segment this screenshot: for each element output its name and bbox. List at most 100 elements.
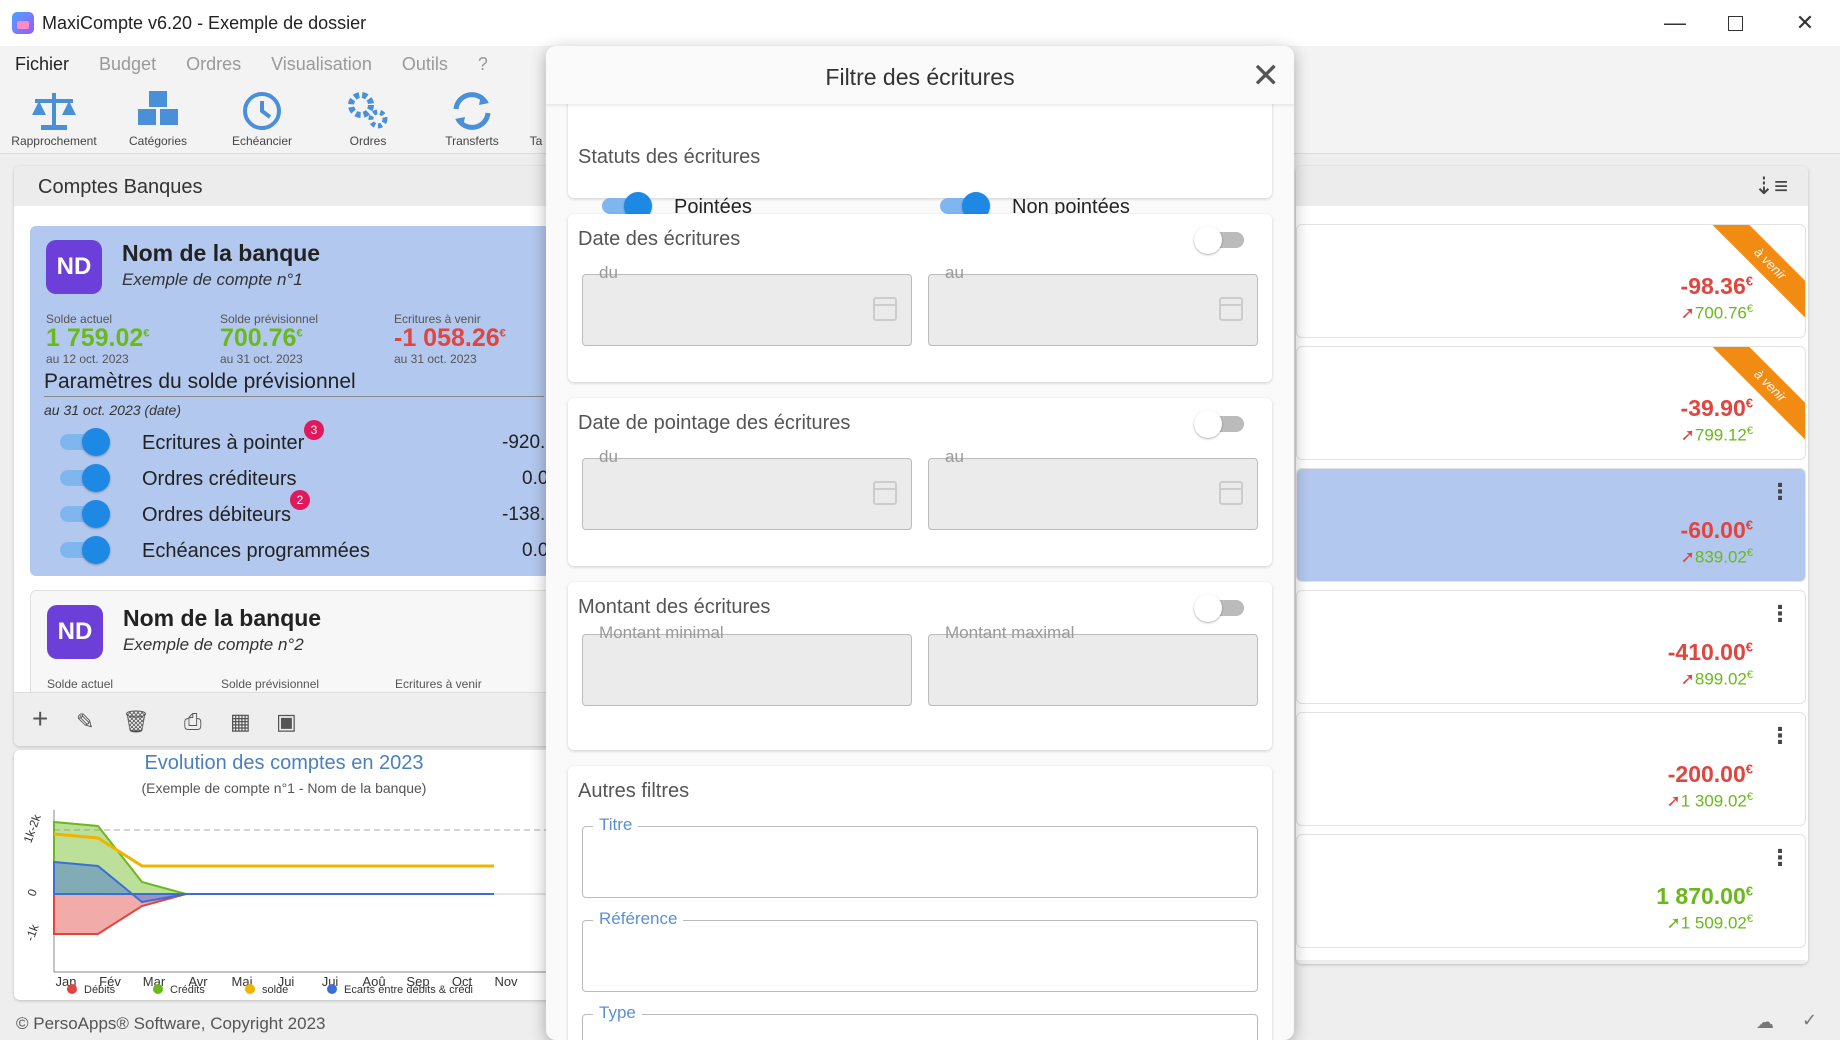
bank-avatar: ND (47, 605, 103, 659)
montant-title: Montant des écritures (578, 596, 771, 618)
calendar-icon[interactable] (873, 297, 897, 321)
entry-card[interactable]: ⋮ -60.00€ ➚839.02€ (1296, 468, 1806, 582)
more-icon[interactable]: ⋮ (1769, 601, 1791, 627)
scale-icon (4, 86, 104, 134)
more-icon[interactable]: ⋮ (1769, 723, 1791, 749)
bank-avatar: ND (46, 240, 102, 294)
entry-amount: -60.00€ (1680, 517, 1753, 543)
sync-icon (422, 86, 522, 134)
legend-dot (67, 984, 77, 994)
montant-max-field[interactable]: Montant maximal (928, 623, 1258, 706)
entry-card[interactable]: ⋮ -410.00€ ➚899.02€ (1296, 590, 1806, 704)
menu-visualisation[interactable]: Visualisation (256, 54, 387, 75)
transferts-label: Transferts (445, 134, 499, 148)
chart-plot: Jan Fév Mar Avr Mai Jui Jui Aoû Sep Oct Nov1k-2k0-… (21, 810, 554, 996)
rapprochement-label: Rapprochement (11, 134, 97, 148)
entry-amount: -39.90€ (1680, 395, 1753, 421)
calendar-icon[interactable] (873, 481, 897, 505)
sort-icon[interactable]: ⇣≡ (1754, 172, 1788, 201)
echeances-programmees-toggle[interactable] (56, 536, 110, 564)
account-name: Exemple de compte n°2 (123, 635, 304, 654)
filter-dialog: Filtre des écritures ✕ Statuts des écrit… (546, 46, 1294, 1040)
entry-amount: -200.00€ (1667, 761, 1753, 787)
menu-fichier[interactable]: Fichier (0, 54, 84, 75)
date-title: Date des écritures (578, 228, 741, 250)
ta-button[interactable]: Ta (526, 86, 546, 148)
account-card-1[interactable]: ND Nom de la banque Exemple de compte n°… (30, 226, 554, 576)
ordres-debiteurs-toggle[interactable] (56, 500, 110, 528)
entry-card[interactable]: à venir -98.36€ ➚700.76€ (1296, 224, 1806, 338)
montant-toggle[interactable] (1194, 594, 1248, 622)
calendar-icon[interactable] (1219, 297, 1243, 321)
count-badge: 3 (304, 420, 324, 440)
entries-header: ⇣≡ (1296, 166, 1808, 206)
entry-card[interactable]: ⋮ 1 870.00€ ➚1 509.02€ (1296, 834, 1806, 948)
menu-outils[interactable]: Outils (387, 54, 463, 75)
pointage-au-field[interactable]: au (928, 447, 1258, 530)
titre-field[interactable]: Titre (582, 815, 1258, 898)
add-icon[interactable]: + (32, 703, 48, 735)
title-bar: MaxiCompte v6.20 - Exemple de dossier — … (0, 0, 1840, 46)
echeancier-button[interactable]: Echéancier (212, 86, 312, 148)
more-icon[interactable]: ⋮ (1769, 845, 1791, 871)
legend-label: solde (262, 984, 288, 996)
more-icon[interactable]: ⋮ (1769, 479, 1791, 505)
print-icon[interactable]: ⎙ (184, 709, 202, 735)
legend-dot (327, 984, 337, 994)
edit-icon[interactable]: ✎ (76, 709, 94, 735)
date-du-field[interactable]: du (582, 263, 912, 346)
close-window-button[interactable]: ✕ (1770, 0, 1840, 46)
ordres-crediteurs-value: 0.0 (522, 468, 549, 489)
entry-balance: ➚799.12€ (1680, 425, 1753, 445)
date-au-field[interactable]: au (928, 263, 1258, 346)
legend-dot (153, 984, 163, 994)
count-badge: 2 (290, 490, 310, 510)
trend-arrow-icon: ➚ (1680, 425, 1695, 445)
trash-icon[interactable]: 🗑 (122, 709, 150, 735)
pointage-toggle[interactable] (1194, 410, 1248, 438)
legend-label: Ecarts entre débits & crédi (344, 984, 473, 996)
solde-previsionnel-label: Solde prévisionnel (221, 677, 320, 691)
bank-name: Nom de la banque (123, 605, 322, 631)
params-title: Paramètres du solde prévisionnel (44, 370, 544, 397)
transferts-button[interactable]: Transferts (422, 86, 522, 148)
y-tick: 1k-2k (21, 812, 45, 845)
chevron-down-icon[interactable]: ⌄ (1220, 1035, 1237, 1040)
ta-label: Ta (529, 134, 543, 148)
ordres-crediteurs-toggle[interactable] (56, 464, 110, 492)
maximize-button[interactable] (1700, 0, 1770, 46)
series-area (53, 893, 494, 935)
dialog-header: Filtre des écritures ✕ (546, 46, 1294, 104)
menu-budget[interactable]: Budget (84, 54, 171, 75)
ecritures-a-pointer-toggle[interactable] (56, 428, 110, 456)
pointage-du-field[interactable]: du (582, 447, 912, 530)
reference-field[interactable]: Référence (582, 909, 1258, 992)
entry-card[interactable]: à venir -39.90€ ➚799.12€ (1296, 346, 1806, 460)
autres-section: Autres filtres Titre Référence Type⌄ (568, 766, 1272, 1040)
montant-min-field[interactable]: Montant minimal (582, 623, 912, 706)
entry-card[interactable]: ⋮ -200.00€ ➚1 309.02€ (1296, 712, 1806, 826)
entry-balance: ➚839.02€ (1680, 547, 1753, 567)
archive-icon[interactable]: ▣ (276, 709, 297, 735)
accounts-footer: + ✎ 🗑 ⎙ ▦ ▣ (14, 692, 554, 746)
bank-name: Nom de la banque (122, 240, 321, 266)
app-icon (12, 12, 34, 34)
rapprochement-button[interactable]: Rapprochement (4, 86, 104, 148)
echeances-programmees-value: 0.0 (522, 540, 549, 561)
date-toggle[interactable] (1194, 226, 1248, 254)
calendar-icon[interactable] (1219, 481, 1243, 505)
ecritures-a-venir-label: Ecritures à venir (395, 677, 482, 691)
dialog-title: Filtre des écritures (825, 64, 1015, 90)
menu-ordres[interactable]: Ordres (171, 54, 256, 75)
check-circle-icon: ✓ (1802, 1010, 1818, 1030)
categories-button[interactable]: Catégories (108, 86, 208, 148)
trend-arrow-icon: ➚ (1680, 669, 1695, 689)
calendar-icon[interactable]: ▦ (230, 709, 251, 735)
ordres-button[interactable]: Ordres (318, 86, 418, 148)
menu-help[interactable]: ? (463, 54, 503, 75)
month-tick: Nov (494, 974, 518, 989)
date-section: Date des écritures du au (568, 214, 1272, 382)
type-select[interactable]: Type⌄ (582, 1003, 1258, 1040)
close-icon[interactable]: ✕ (1252, 56, 1281, 96)
ordres-debiteurs-label: Ordres débiteurs (142, 504, 291, 526)
